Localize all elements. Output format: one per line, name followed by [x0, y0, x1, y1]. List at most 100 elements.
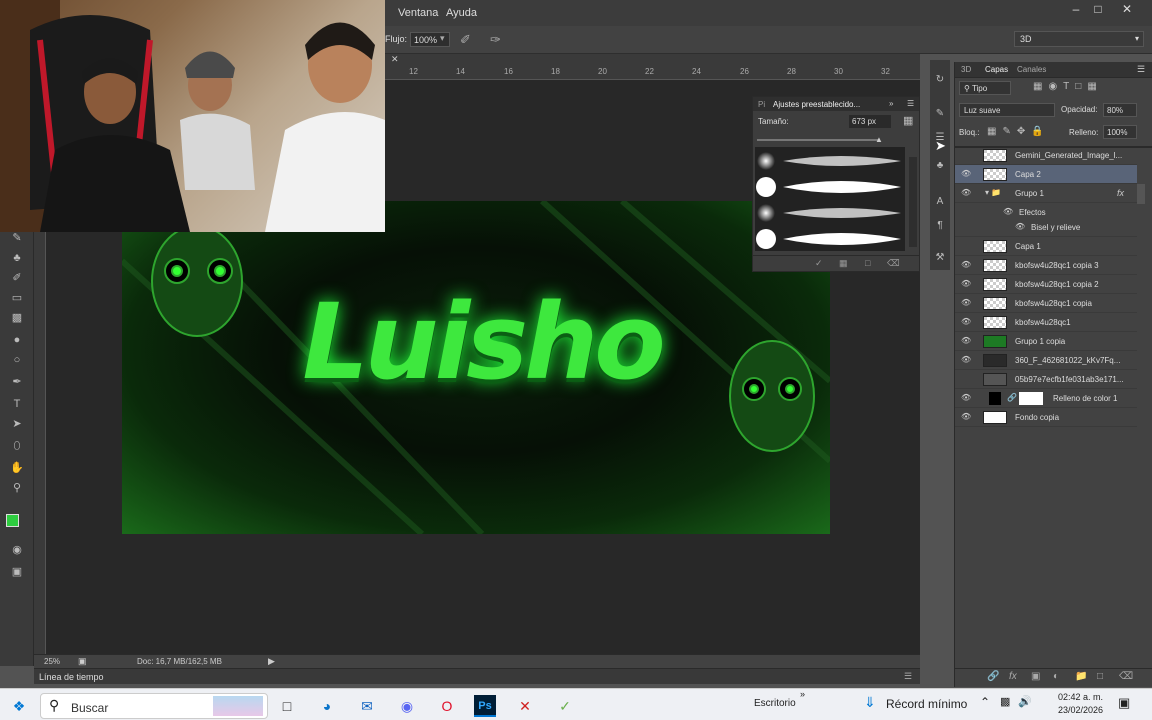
brush-options-icon[interactable]: ▦: [903, 114, 913, 127]
panel-menu-icon[interactable]: ☰: [904, 671, 912, 682]
fx-icon[interactable]: fx: [1009, 671, 1017, 682]
fill-input[interactable]: 100%: [1103, 125, 1137, 139]
eye-icon[interactable]: 👁: [961, 317, 971, 327]
tab-canales[interactable]: Canales: [1017, 65, 1046, 74]
gradient-tool-icon[interactable]: ▩: [8, 310, 26, 326]
workspace-select[interactable]: 3D ▾: [1014, 31, 1144, 47]
opacity-input[interactable]: 80%: [1103, 103, 1137, 117]
layer-row[interactable]: Gemini_Generated_Image_l...: [955, 146, 1137, 165]
panel-menu-icon[interactable]: ☰: [1137, 64, 1145, 75]
layer-row[interactable]: Capa 1: [955, 237, 1137, 256]
paragraph-icon[interactable]: ¶: [932, 218, 948, 234]
fill-color-swatch[interactable]: [989, 392, 1001, 405]
eye-icon[interactable]: 👁: [961, 188, 971, 198]
add-mask-icon[interactable]: ▣: [1031, 671, 1040, 682]
capcut-icon[interactable]: ✕: [514, 695, 536, 717]
stamp-tool-icon[interactable]: ♣: [8, 250, 26, 266]
eye-icon[interactable]: 👁: [961, 260, 971, 270]
minimize-icon[interactable]: –: [1064, 0, 1088, 20]
app-icon[interactable]: ✓: [554, 695, 576, 717]
tab-capas[interactable]: Capas: [985, 65, 1008, 74]
weather-text[interactable]: Récord mínimo: [886, 697, 967, 711]
link-layers-icon[interactable]: 🔗: [987, 671, 999, 682]
eye-icon[interactable]: 👁: [961, 412, 971, 422]
new-preset-icon[interactable]: □: [865, 258, 870, 268]
layer-group-row[interactable]: 👁 ▾ 📁 Grupo 1 fx: [955, 184, 1137, 203]
clock-date[interactable]: 23/02/2026: [1058, 705, 1103, 715]
eye-icon[interactable]: 👁: [961, 336, 971, 346]
eye-icon[interactable]: 👁: [961, 393, 971, 403]
visibility-toggle[interactable]: [961, 374, 971, 384]
layer-row[interactable]: 👁 kbofsw4u28qc1 copia 2: [955, 275, 1137, 294]
quick-mask-icon[interactable]: ◉: [8, 542, 26, 558]
tray-chevron-icon[interactable]: ⌃: [980, 695, 990, 709]
fx-icon[interactable]: fx: [1117, 188, 1124, 198]
canvas-artwork[interactable]: Luisho: [122, 201, 830, 534]
chevron-icon[interactable]: »: [800, 689, 805, 699]
layer-row[interactable]: 👁 kbofsw4u28qc1: [955, 313, 1137, 332]
new-group-icon[interactable]: 📁: [1075, 671, 1087, 682]
task-view-icon[interactable]: □: [276, 695, 298, 717]
layer-row[interactable]: 👁 Fondo copia: [955, 408, 1137, 427]
desktop-label[interactable]: Escritorio: [754, 698, 796, 709]
collapse-icon[interactable]: »: [889, 99, 893, 108]
zoom-tool-icon[interactable]: ⚲: [8, 480, 26, 496]
eye-icon[interactable]: 👁: [961, 279, 971, 289]
layer-row[interactable]: 05b97e7ecfb1fe031ab3e171...: [955, 370, 1137, 389]
clone-source-icon[interactable]: ♣: [932, 158, 948, 174]
eye-icon[interactable]: 👁: [961, 169, 971, 179]
clock-time[interactable]: 02:42 a. m.: [1058, 692, 1103, 702]
new-layer-icon[interactable]: □: [1097, 671, 1103, 682]
visibility-toggle[interactable]: [961, 241, 971, 251]
maximize-icon[interactable]: □: [1086, 0, 1110, 20]
search-box[interactable]: ⚲ Buscar: [40, 693, 268, 719]
windows-start-icon[interactable]: ❖: [8, 695, 30, 717]
tool-presets-icon[interactable]: ⚒: [932, 250, 948, 266]
blur-tool-icon[interactable]: ●: [8, 332, 26, 348]
export-icon[interactable]: ▣: [78, 656, 87, 667]
brush-tool-icon[interactable]: ✎: [8, 230, 26, 246]
eye-icon[interactable]: 👁: [961, 355, 971, 365]
expand-arrow-icon[interactable]: ▾ 📁: [985, 188, 1001, 197]
opera-icon[interactable]: O: [436, 695, 458, 717]
brush-panel-icon[interactable]: ✎: [932, 106, 948, 122]
presets-tab-short[interactable]: Pi: [758, 100, 765, 109]
screen-mode-icon[interactable]: ▣: [8, 564, 26, 580]
tab-3d[interactable]: 3D: [961, 65, 971, 74]
history-icon[interactable]: ↻: [932, 72, 948, 88]
brush-list-scrollbar[interactable]: [909, 157, 917, 247]
type-tool-icon[interactable]: T: [8, 396, 26, 412]
layers-scrollbar[interactable]: [1137, 184, 1145, 204]
volume-icon[interactable]: 🔊: [1018, 695, 1032, 708]
outlook-icon[interactable]: ✉: [356, 695, 378, 717]
lock-icons[interactable]: ▦✎✥🔒: [987, 126, 1050, 137]
adjustment-layer-icon[interactable]: ◐: [1053, 671, 1059, 682]
eye-icon[interactable]: 👁: [1015, 222, 1025, 231]
eye-icon[interactable]: 👁: [961, 298, 971, 308]
history-brush-icon[interactable]: ✐: [8, 270, 26, 286]
size-slider[interactable]: [757, 139, 879, 141]
menu-ayuda[interactable]: Ayuda: [446, 7, 477, 19]
status-arrow-icon[interactable]: ▶: [268, 656, 275, 667]
grid-icon[interactable]: ▦: [839, 258, 848, 269]
chevron-down-icon[interactable]: ▾: [440, 33, 445, 44]
effect-bevel-row[interactable]: 👁 Bisel y relieve: [955, 218, 1137, 237]
menu-ventana[interactable]: Ventana: [398, 7, 438, 19]
presets-title[interactable]: Ajustes preestablecido...: [773, 100, 860, 109]
path-select-icon[interactable]: ➤: [8, 416, 26, 432]
network-icon[interactable]: ▩: [1000, 695, 1010, 708]
zoom-level[interactable]: 25%: [44, 657, 60, 666]
airbrush-icon[interactable]: ✐: [460, 32, 471, 48]
pressure-icon[interactable]: ✑: [490, 32, 501, 48]
close-icon[interactable]: ✕: [1115, 0, 1139, 20]
fill-layer-row[interactable]: 👁 🔗 Relleno de color 1: [955, 389, 1137, 408]
layer-row[interactable]: 👁 Grupo 1 copia: [955, 332, 1137, 351]
hand-tool-icon[interactable]: ✋: [8, 460, 26, 476]
photoshop-icon[interactable]: Ps: [474, 695, 496, 717]
blend-mode-select[interactable]: Luz suave: [959, 103, 1055, 117]
eraser-tool-icon[interactable]: ▭: [8, 290, 26, 306]
slider-handle-icon[interactable]: ▲: [875, 135, 883, 144]
notification-icon[interactable]: ▣: [1118, 695, 1130, 711]
timeline-tab[interactable]: Línea de tiempo: [39, 672, 104, 682]
trash-icon[interactable]: ⌫: [1119, 671, 1133, 682]
